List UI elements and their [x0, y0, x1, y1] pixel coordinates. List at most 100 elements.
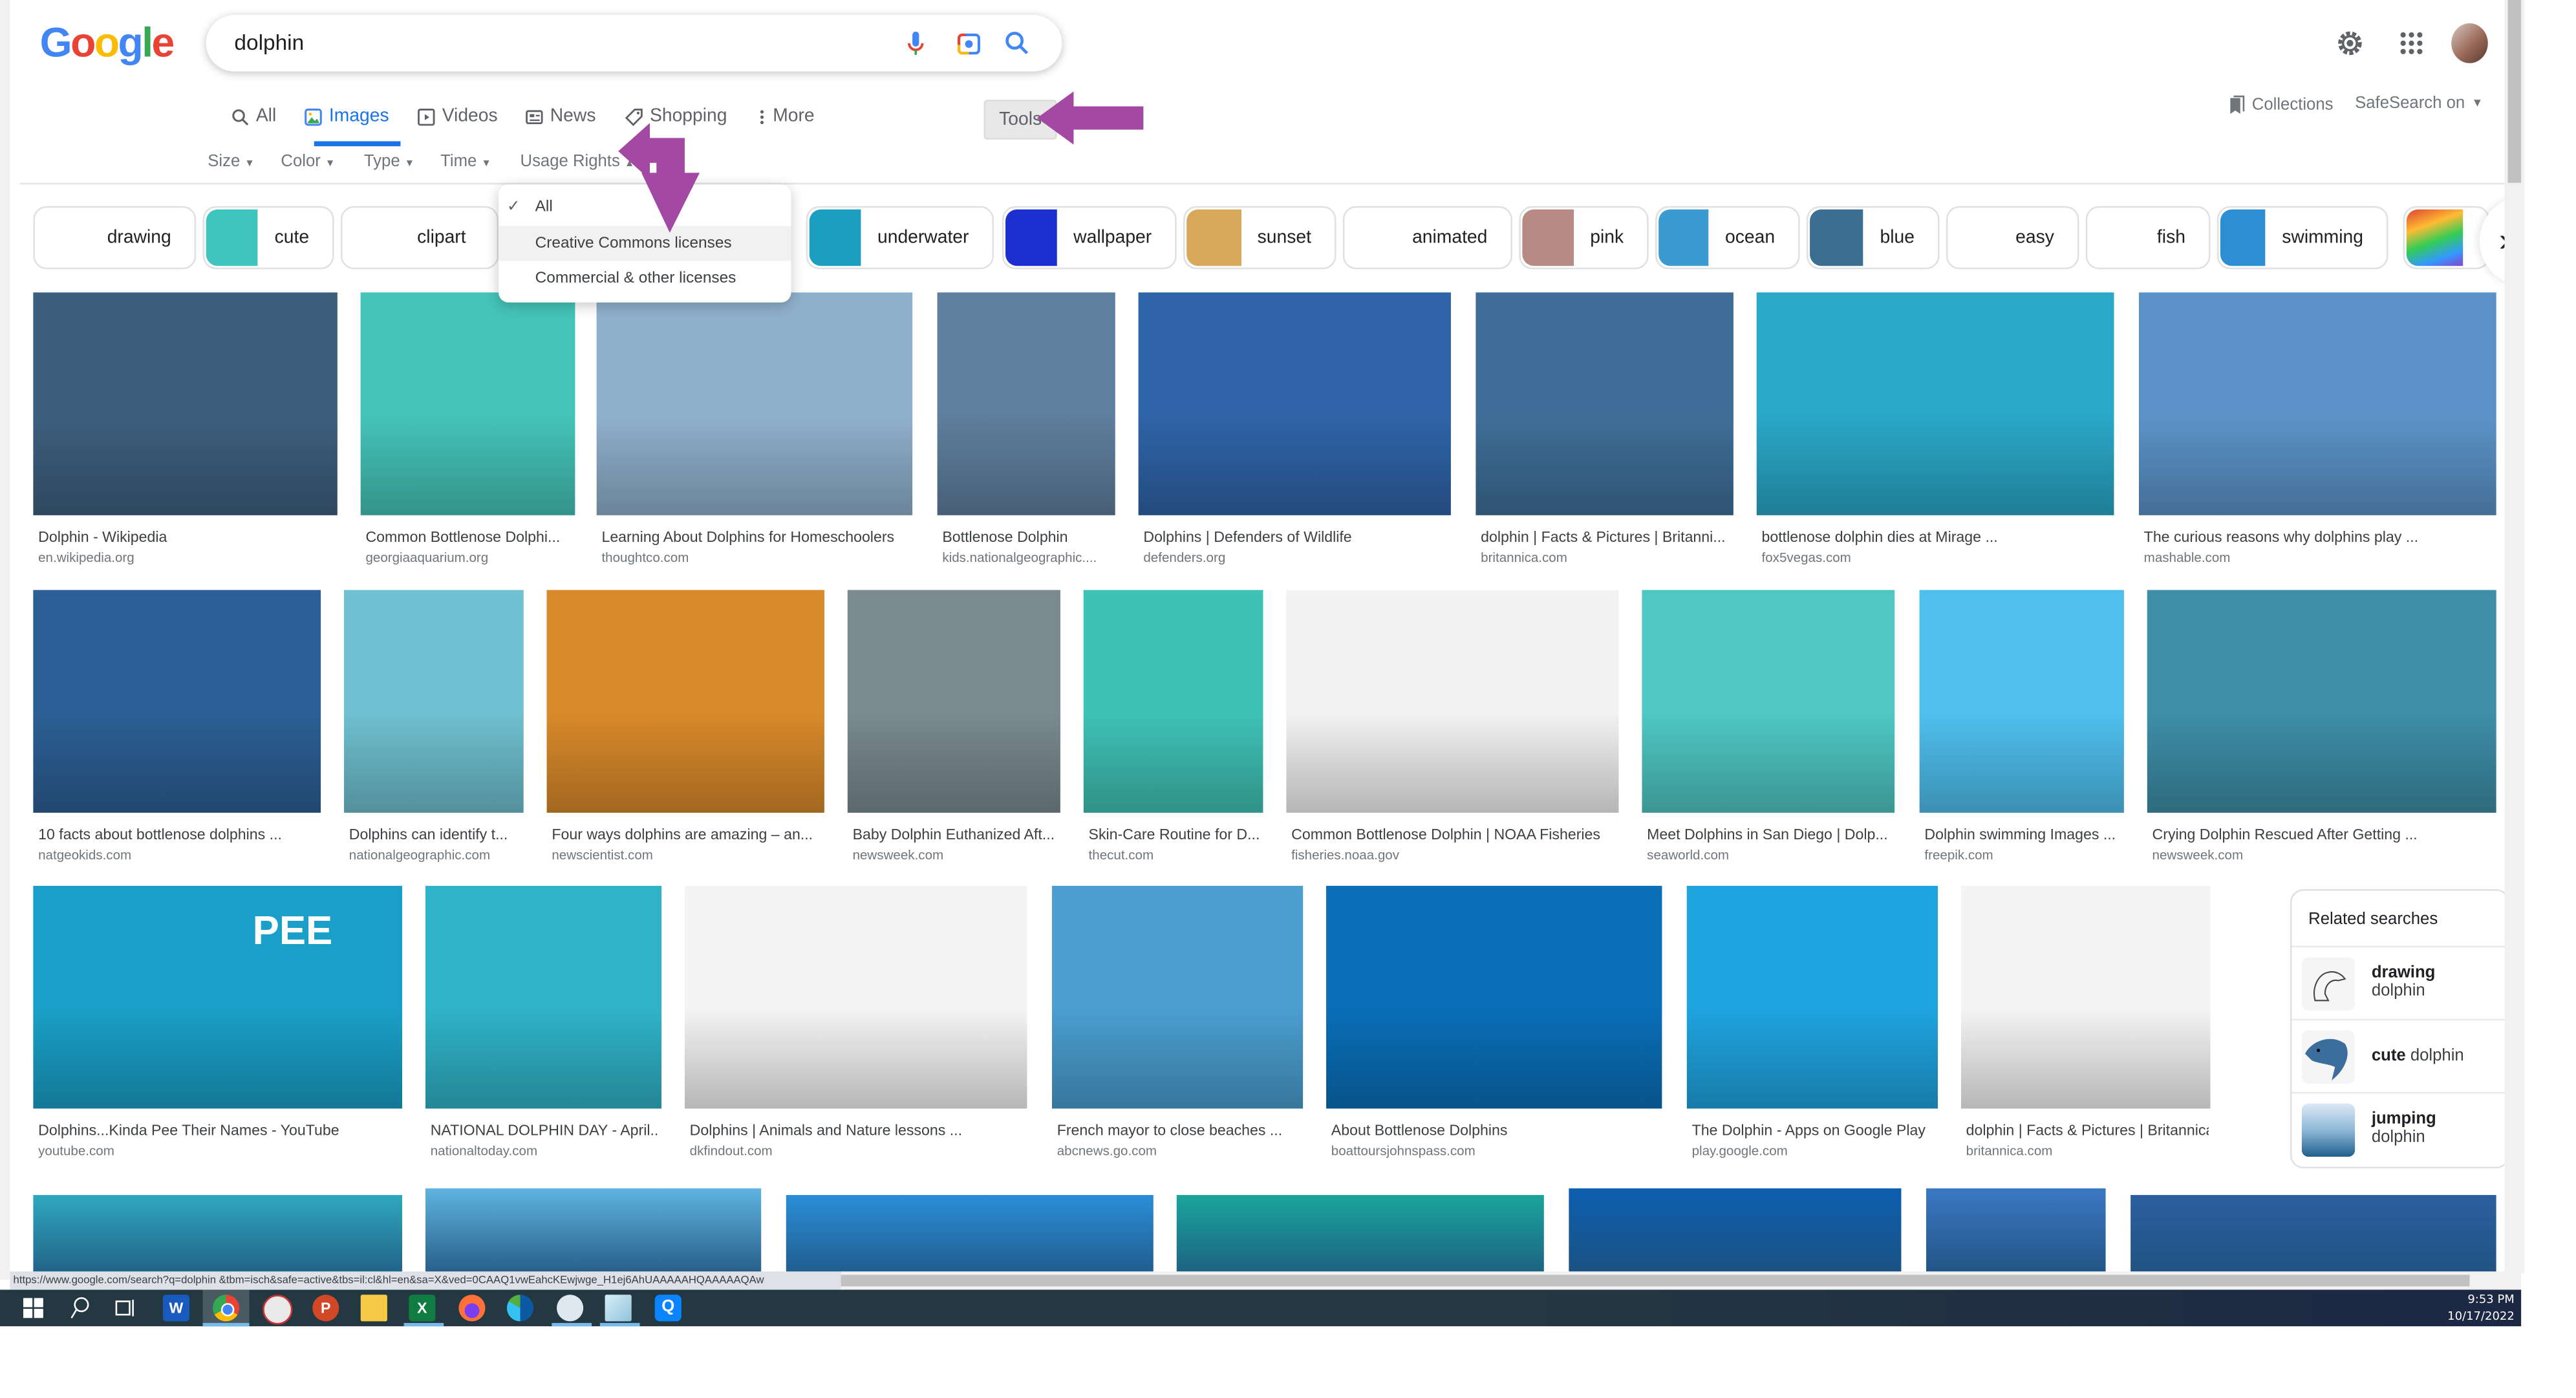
- result-title[interactable]: Dolphins | Defenders of Wildlife: [1143, 528, 1449, 545]
- chip-underwater[interactable]: underwater: [806, 206, 994, 270]
- image-result-partial[interactable]: [1926, 1188, 2106, 1273]
- result-source[interactable]: abcnews.go.com: [1057, 1143, 1157, 1158]
- result-thumbnail[interactable]: [1476, 292, 1733, 515]
- image-result-partial[interactable]: [33, 1195, 403, 1273]
- result-thumbnail[interactable]: [1756, 292, 2114, 515]
- result-title[interactable]: dolphin | Facts & Pictures | Britannica: [1966, 1122, 2209, 1139]
- result-source[interactable]: freepik.com: [1924, 848, 1993, 863]
- result-source[interactable]: dkfindout.com: [690, 1143, 773, 1158]
- result-source[interactable]: youtube.com: [38, 1143, 114, 1158]
- apps-grid-icon[interactable]: [2395, 27, 2428, 59]
- result-title[interactable]: NATIONAL DOLPHIN DAY - April...: [431, 1122, 660, 1139]
- result-thumbnail[interactable]: [2147, 590, 2496, 813]
- image-result-partial[interactable]: [1569, 1188, 1902, 1273]
- result-title[interactable]: Dolphin swimming Images ...: [1924, 826, 2122, 843]
- tab-all[interactable]: All: [231, 106, 276, 126]
- result-source[interactable]: defenders.org: [1143, 550, 1225, 565]
- file-explorer-icon[interactable]: [360, 1295, 387, 1322]
- result-title[interactable]: dolphin | Facts & Pictures | Britanni...: [1481, 528, 1732, 545]
- chip-blue[interactable]: blue: [1806, 206, 1940, 270]
- related-search-item[interactable]: cute dolphin: [2292, 1018, 2508, 1094]
- result-title[interactable]: Dolphin - Wikipedia: [38, 528, 336, 545]
- image-result-partial[interactable]: [425, 1188, 762, 1273]
- word-icon[interactable]: W: [162, 1295, 190, 1322]
- collections-link[interactable]: Collections: [2229, 95, 2334, 115]
- notepad-icon[interactable]: [605, 1295, 632, 1322]
- snipping-tool-icon[interactable]: [263, 1295, 293, 1325]
- tab-videos[interactable]: Videos: [417, 106, 498, 126]
- vertical-scrollbar[interactable]: [2504, 0, 2525, 1273]
- result-thumbnail[interactable]: [344, 590, 524, 813]
- result-source[interactable]: britannica.com: [1481, 550, 1567, 565]
- tab-more[interactable]: More: [758, 106, 815, 126]
- chrome-icon[interactable]: [212, 1295, 240, 1322]
- result-title[interactable]: Dolphins...Kinda Pee Their Names - YouTu…: [38, 1122, 400, 1139]
- result-source[interactable]: kids.nationalgeographic....: [942, 550, 1097, 565]
- safesearch-dropdown[interactable]: SafeSearch on ▼: [2355, 95, 2483, 113]
- firefox-icon[interactable]: [458, 1295, 486, 1322]
- result-thumbnail[interactable]: [360, 292, 575, 515]
- chip-partial[interactable]: [2403, 206, 2490, 270]
- result-thumbnail[interactable]: [1326, 885, 1662, 1109]
- result-title[interactable]: French mayor to close beaches ...: [1057, 1122, 1302, 1139]
- result-title[interactable]: 10 facts about bottlenose dolphins ...: [38, 826, 319, 843]
- chip-animated[interactable]: animated: [1342, 206, 1512, 270]
- result-title[interactable]: Bottlenose Dolphin: [942, 528, 1113, 545]
- chip-swimming[interactable]: swimming: [2216, 206, 2388, 270]
- result-source[interactable]: nationaltoday.com: [431, 1143, 537, 1158]
- chip-clipart[interactable]: clipart: [340, 206, 499, 270]
- result-title[interactable]: Learning About Dolphins for Homeschooler…: [601, 528, 910, 545]
- app-icon[interactable]: Q: [654, 1295, 682, 1322]
- result-thumbnail[interactable]: [33, 590, 321, 813]
- result-title[interactable]: Common Bottlenose Dolphin | NOAA Fisheri…: [1291, 826, 1617, 843]
- related-search-item[interactable]: drawing dolphin: [2292, 945, 2508, 1021]
- result-thumbnail[interactable]: [847, 590, 1060, 813]
- menu-item-commercial[interactable]: Commercial & other licenses: [499, 261, 791, 296]
- chip-wallpaper[interactable]: wallpaper: [1002, 206, 1177, 270]
- result-source[interactable]: thecut.com: [1089, 848, 1154, 863]
- windows-start-icon[interactable]: [20, 1295, 47, 1321]
- result-thumbnail[interactable]: [546, 590, 824, 813]
- result-thumbnail[interactable]: [1286, 590, 1619, 813]
- result-source[interactable]: mashable.com: [2144, 550, 2231, 565]
- related-search-item[interactable]: jumping dolphin: [2292, 1092, 2508, 1167]
- result-thumbnail[interactable]: [1919, 590, 2124, 813]
- filter-type[interactable]: Type ▼: [364, 153, 414, 171]
- excel-icon[interactable]: X: [409, 1295, 436, 1322]
- result-title[interactable]: Dolphins can identify t...: [349, 826, 522, 843]
- search-input[interactable]: [231, 28, 870, 57]
- result-source[interactable]: newsweek.com: [853, 848, 944, 863]
- result-title[interactable]: Four ways dolphins are amazing – an...: [552, 826, 822, 843]
- result-thumbnail[interactable]: [1052, 885, 1304, 1109]
- result-title[interactable]: The curious reasons why dolphins play ..…: [2144, 528, 2495, 545]
- result-thumbnail[interactable]: [684, 885, 1027, 1109]
- result-thumbnail[interactable]: [2138, 292, 2496, 515]
- result-title[interactable]: Crying Dolphin Rescued After Getting ...: [2152, 826, 2495, 843]
- result-thumbnail[interactable]: [1083, 590, 1263, 813]
- chip-sunset[interactable]: sunset: [1183, 206, 1336, 270]
- result-title[interactable]: About Bottlenose Dolphins: [1331, 1122, 1660, 1139]
- result-thumbnail[interactable]: [425, 885, 661, 1109]
- edge-icon[interactable]: [506, 1295, 534, 1322]
- gear-icon[interactable]: [2334, 27, 2367, 59]
- result-source[interactable]: newscientist.com: [552, 848, 653, 863]
- result-source[interactable]: newsweek.com: [2152, 848, 2244, 863]
- result-thumbnail[interactable]: PEE: [33, 885, 403, 1109]
- result-title[interactable]: Baby Dolphin Euthanized Aft...: [853, 826, 1059, 843]
- chip-ocean[interactable]: ocean: [1655, 206, 1800, 270]
- filter-size[interactable]: Size ▼: [208, 153, 254, 171]
- result-source[interactable]: georgiaaquarium.org: [365, 550, 488, 565]
- result-source[interactable]: nationalgeographic.com: [349, 848, 490, 863]
- result-thumbnail[interactable]: [937, 292, 1115, 515]
- avatar[interactable]: [2451, 23, 2488, 63]
- result-source[interactable]: boattoursjohnspass.com: [1331, 1143, 1476, 1158]
- result-source[interactable]: thoughtco.com: [601, 550, 689, 565]
- result-title[interactable]: bottlenose dolphin dies at Mirage ...: [1762, 528, 2112, 545]
- result-source[interactable]: play.google.com: [1692, 1143, 1788, 1158]
- powerpoint-icon[interactable]: P: [312, 1295, 339, 1322]
- result-thumbnail[interactable]: [1642, 590, 1895, 813]
- result-source[interactable]: fox5vegas.com: [1762, 550, 1851, 565]
- microphone-icon[interactable]: [903, 30, 929, 56]
- chip-easy[interactable]: easy: [1946, 206, 2079, 270]
- result-thumbnail[interactable]: [596, 292, 913, 515]
